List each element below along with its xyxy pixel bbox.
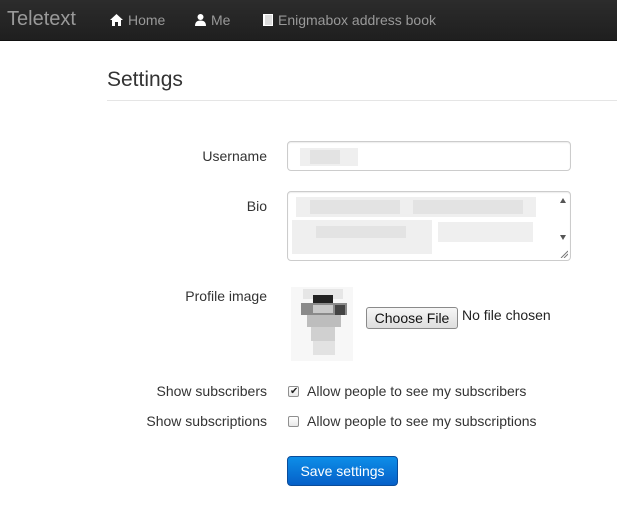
bio-label: Bio	[246, 198, 267, 214]
scroll-down-icon[interactable]	[560, 235, 566, 240]
bio-redacted-line-3	[438, 222, 533, 242]
bio-redacted-line-1-core-b	[413, 200, 523, 214]
bio-textarea[interactable]	[287, 191, 571, 261]
resize-handle-icon[interactable]	[560, 250, 568, 258]
show-subscribers-label: Show subscribers	[156, 383, 268, 399]
nav-me[interactable]: Me	[195, 12, 230, 28]
save-settings-button[interactable]: Save settings	[287, 456, 398, 486]
book-icon	[263, 14, 273, 26]
choose-file-button[interactable]: Choose File	[366, 307, 458, 329]
nav-home[interactable]: Home	[110, 12, 165, 28]
username-input[interactable]	[287, 141, 571, 171]
file-status-text: No file chosen	[462, 307, 551, 323]
username-redacted-core	[310, 150, 340, 164]
nav-address-book-label: Enigmabox address book	[278, 12, 436, 28]
nav-home-label: Home	[128, 12, 166, 28]
bio-redacted-line-1-core	[310, 200, 400, 214]
username-label: Username	[202, 148, 267, 164]
show-subscriptions-option[interactable]: Allow people to see my subscriptions	[307, 413, 537, 429]
page-title: Settings	[107, 68, 183, 91]
show-subscriptions-label: Show subscriptions	[146, 413, 267, 429]
nav-me-label: Me	[211, 12, 231, 28]
title-divider	[107, 100, 617, 101]
home-icon	[110, 14, 123, 26]
show-subscriptions-checkbox[interactable]	[288, 416, 299, 427]
show-subscribers-option[interactable]: Allow people to see my subscribers	[307, 383, 526, 399]
user-icon	[195, 14, 206, 26]
profile-image-label: Profile image	[185, 288, 267, 304]
checkmark-icon: ✔	[290, 386, 299, 397]
nav-address-book[interactable]: Enigmabox address book	[263, 12, 436, 28]
bio-redacted-line-2-core	[316, 226, 406, 238]
top-navbar: Teletext Home Me Enigmabox address book	[0, 0, 617, 41]
scroll-up-icon[interactable]	[560, 198, 566, 203]
show-subscribers-checkbox[interactable]: ✔	[288, 386, 299, 397]
brand-logo[interactable]: Teletext	[7, 8, 76, 31]
profile-avatar	[287, 285, 357, 363]
